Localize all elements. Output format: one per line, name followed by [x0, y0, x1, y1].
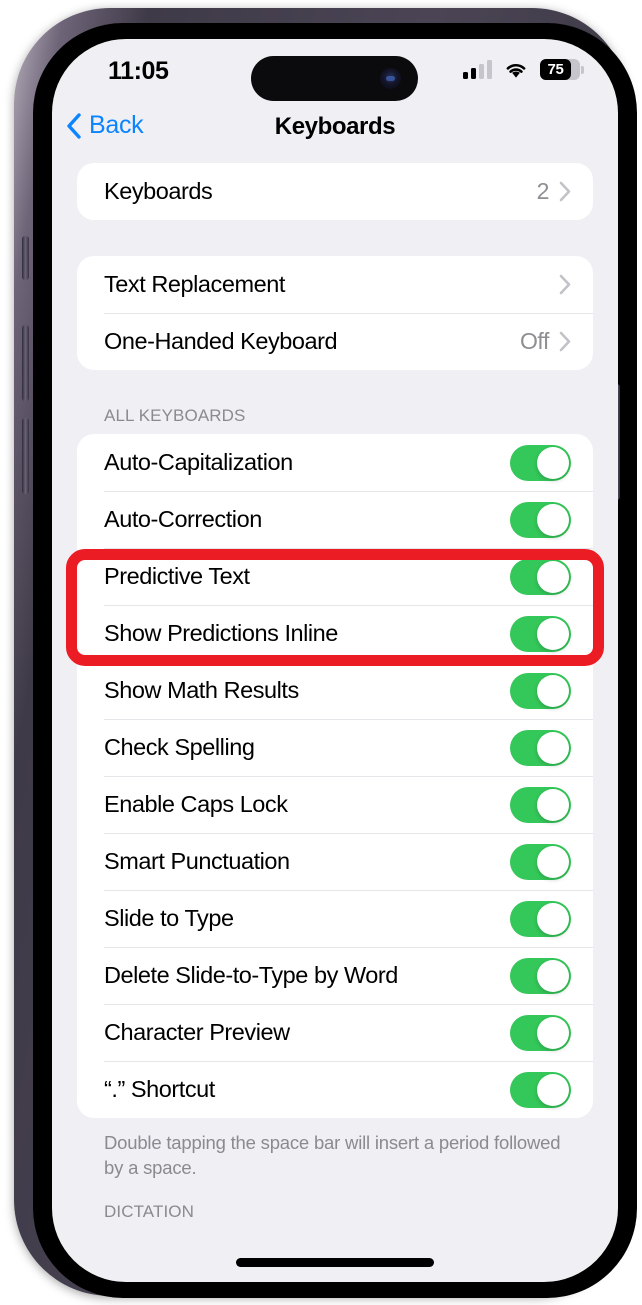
toggle-knob — [537, 959, 569, 992]
dynamic-island — [251, 56, 418, 101]
toggle-show-math-results[interactable] — [510, 672, 571, 709]
row-label: Check Spelling — [104, 734, 255, 760]
row-text-replacement[interactable]: Text Replacement — [77, 256, 593, 313]
settings-group-keyboards: Keyboards 2 — [77, 163, 593, 220]
toggle-slide-to-type[interactable] — [510, 900, 571, 937]
status-bar: 11:05 75 — [52, 39, 618, 101]
toggle-knob — [537, 503, 569, 536]
toggle-knob — [537, 1016, 569, 1049]
row-label: Enable Caps Lock — [104, 791, 288, 817]
battery-tip — [581, 66, 584, 74]
row-value: Off — [519, 328, 549, 354]
battery-icon: 75 — [540, 59, 584, 80]
toggle-knob — [537, 845, 569, 878]
row-label: “.” Shortcut — [104, 1076, 215, 1102]
row-label: Text Replacement — [104, 271, 285, 297]
row-label: Predictive Text — [104, 563, 250, 589]
chevron-right-icon — [559, 274, 571, 295]
settings-group-text-options: Text Replacement One-Handed Keyboard Off — [77, 256, 593, 370]
section-header-dictation: DICTATION — [104, 1202, 194, 1221]
toggle-check-spelling[interactable] — [510, 729, 571, 766]
row-slide-to-type[interactable]: Slide to Type — [77, 890, 593, 947]
row-value: 2 — [536, 178, 550, 204]
chevron-right-icon — [559, 181, 571, 202]
toggle-enable-caps-lock[interactable] — [510, 786, 571, 823]
row-label: Slide to Type — [104, 905, 234, 931]
row-show-predictions-inline[interactable]: Show Predictions Inline — [77, 605, 593, 662]
toggle-knob — [537, 560, 569, 593]
wifi-icon — [503, 60, 529, 79]
row-one-handed-keyboard[interactable]: One-Handed Keyboard Off — [77, 313, 593, 370]
home-indicator[interactable] — [236, 1258, 434, 1267]
row-label: Smart Punctuation — [104, 848, 290, 874]
row-label: Character Preview — [104, 1019, 290, 1045]
phone-screen: 11:05 75 Back Keyboards Keyboards 2 Text… — [52, 39, 618, 1282]
row-label: Auto-Correction — [104, 506, 262, 532]
section-header-all-keyboards: ALL KEYBOARDS — [104, 406, 246, 425]
row-label: One-Handed Keyboard — [104, 328, 338, 354]
toggle-knob — [537, 446, 569, 479]
settings-list: Keyboards 2 Text Replacement One-Handed … — [52, 163, 618, 1230]
volume-up-button[interactable] — [22, 325, 29, 401]
status-bar-indicators: 75 — [463, 59, 584, 80]
row-label: Delete Slide-to-Type by Word — [104, 962, 398, 988]
row-auto-capitalization[interactable]: Auto-Capitalization — [77, 434, 593, 491]
volume-down-button[interactable] — [22, 418, 29, 494]
toggle-show-predictions-inline[interactable] — [510, 615, 571, 652]
navigation-bar: Back Keyboards — [52, 101, 618, 163]
settings-group-all-keyboards: Auto-Capitalization Auto-Correction Pred… — [77, 434, 593, 1118]
toggle-knob — [537, 1073, 569, 1106]
status-bar-time: 11:05 — [108, 57, 169, 85]
row-auto-correction[interactable]: Auto-Correction — [77, 491, 593, 548]
row-enable-caps-lock[interactable]: Enable Caps Lock — [77, 776, 593, 833]
toggle-knob — [537, 731, 569, 764]
row-smart-punctuation[interactable]: Smart Punctuation — [77, 833, 593, 890]
toggle-period-shortcut[interactable] — [510, 1071, 571, 1108]
toggle-auto-capitalization[interactable] — [510, 444, 571, 481]
row-label: Show Predictions Inline — [104, 620, 338, 646]
toggle-smart-punctuation[interactable] — [510, 843, 571, 880]
section-footer-all-keyboards: Double tapping the space bar will insert… — [104, 1132, 561, 1178]
row-show-math-results[interactable]: Show Math Results — [77, 662, 593, 719]
toggle-knob — [537, 674, 569, 707]
page-title: Keyboards — [274, 113, 396, 140]
row-predictive-text[interactable]: Predictive Text — [77, 548, 593, 605]
toggle-knob — [537, 617, 569, 650]
cellular-signal-icon — [463, 60, 492, 79]
toggle-auto-correction[interactable] — [510, 501, 571, 538]
battery-percentage: 75 — [547, 61, 564, 78]
row-delete-slide-to-type-by-word[interactable]: Delete Slide-to-Type by Word — [77, 947, 593, 1004]
phone-frame: 11:05 75 Back Keyboards Keyboards 2 Text… — [14, 8, 637, 1298]
row-label: Keyboards — [104, 178, 213, 204]
chevron-right-icon — [559, 331, 571, 352]
row-check-spelling[interactable]: Check Spelling — [77, 719, 593, 776]
toggle-character-preview[interactable] — [510, 1014, 571, 1051]
front-camera-icon — [380, 68, 401, 89]
toggle-predictive-text[interactable] — [510, 558, 571, 595]
mute-switch-button[interactable] — [22, 236, 29, 280]
row-label: Show Math Results — [104, 677, 299, 703]
row-period-shortcut[interactable]: “.” Shortcut — [77, 1061, 593, 1118]
toggle-knob — [537, 788, 569, 821]
row-character-preview[interactable]: Character Preview — [77, 1004, 593, 1061]
toggle-delete-slide-to-type-by-word[interactable] — [510, 957, 571, 994]
row-label: Auto-Capitalization — [104, 449, 293, 475]
toggle-knob — [537, 902, 569, 935]
row-keyboards[interactable]: Keyboards 2 — [77, 163, 593, 220]
